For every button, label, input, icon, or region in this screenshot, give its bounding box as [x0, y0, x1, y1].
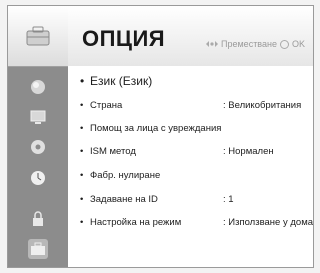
menu-item-label: Страна — [90, 100, 123, 111]
menu-item-label: Език (Език) — [90, 74, 153, 88]
menu-item-label: Настройка на режим — [90, 217, 182, 228]
ok-button-icon — [279, 39, 289, 49]
menu-item-language[interactable]: • Език (Език) — [68, 74, 313, 96]
bullet: • — [80, 146, 84, 157]
navigation-hint: Преместване OK — [206, 39, 305, 49]
menu-item-value: : Нормален — [223, 146, 274, 157]
menu-item-ism-method[interactable]: • ISM метод : Нормален — [68, 146, 313, 168]
menu-item-accessibility[interactable]: • Помощ за лица с увреждания — [68, 123, 313, 145]
bullet: • — [80, 194, 84, 205]
lock-icon[interactable] — [28, 209, 48, 229]
menu-item-value: : Великобритания — [223, 100, 302, 111]
bullet: • — [80, 170, 84, 181]
header: ОПЦИЯ Преместване OK — [68, 6, 313, 67]
page-title: ОПЦИЯ — [82, 26, 166, 51]
menu-item-value: : 1 — [223, 194, 234, 205]
disc-icon[interactable] — [28, 137, 48, 157]
menu-item-label: Задаване на ID — [90, 194, 158, 205]
menu-item-label: ISM метод — [90, 146, 136, 157]
option-list: • Език (Език) • Страна : Великобритания … — [68, 66, 313, 267]
option-menu-window: ОПЦИЯ Преместване OK • Език (Език) • Стр… — [7, 5, 314, 268]
sidebar-header — [8, 6, 68, 67]
menu-item-value: : Използване у дома — [223, 217, 314, 228]
screen-icon[interactable] — [28, 107, 48, 127]
menu-item-label: Фабр. нулиране — [90, 170, 161, 181]
menu-item-mode-setting[interactable]: • Настройка на режим : Използване у дома — [68, 217, 313, 239]
menu-item-country[interactable]: • Страна : Великобритания — [68, 100, 313, 122]
bullet: • — [80, 100, 84, 111]
bullet: • — [80, 74, 85, 88]
clock-icon[interactable] — [28, 168, 48, 188]
sidebar — [8, 6, 68, 267]
bullet: • — [80, 217, 84, 228]
dpad-icon — [206, 41, 219, 47]
bullet: • — [80, 123, 84, 134]
menu-item-set-id[interactable]: • Задаване на ID : 1 — [68, 194, 313, 216]
menu-item-factory-reset[interactable]: • Фабр. нулиране — [68, 170, 313, 192]
picture-icon[interactable] — [28, 77, 48, 97]
toolbox-icon — [26, 26, 50, 46]
move-hint-label: Преместване — [221, 39, 277, 49]
toolbox-icon[interactable] — [28, 239, 48, 259]
ok-hint-label: OK — [291, 39, 305, 49]
menu-item-label: Помощ за лица с увреждания — [90, 123, 222, 134]
